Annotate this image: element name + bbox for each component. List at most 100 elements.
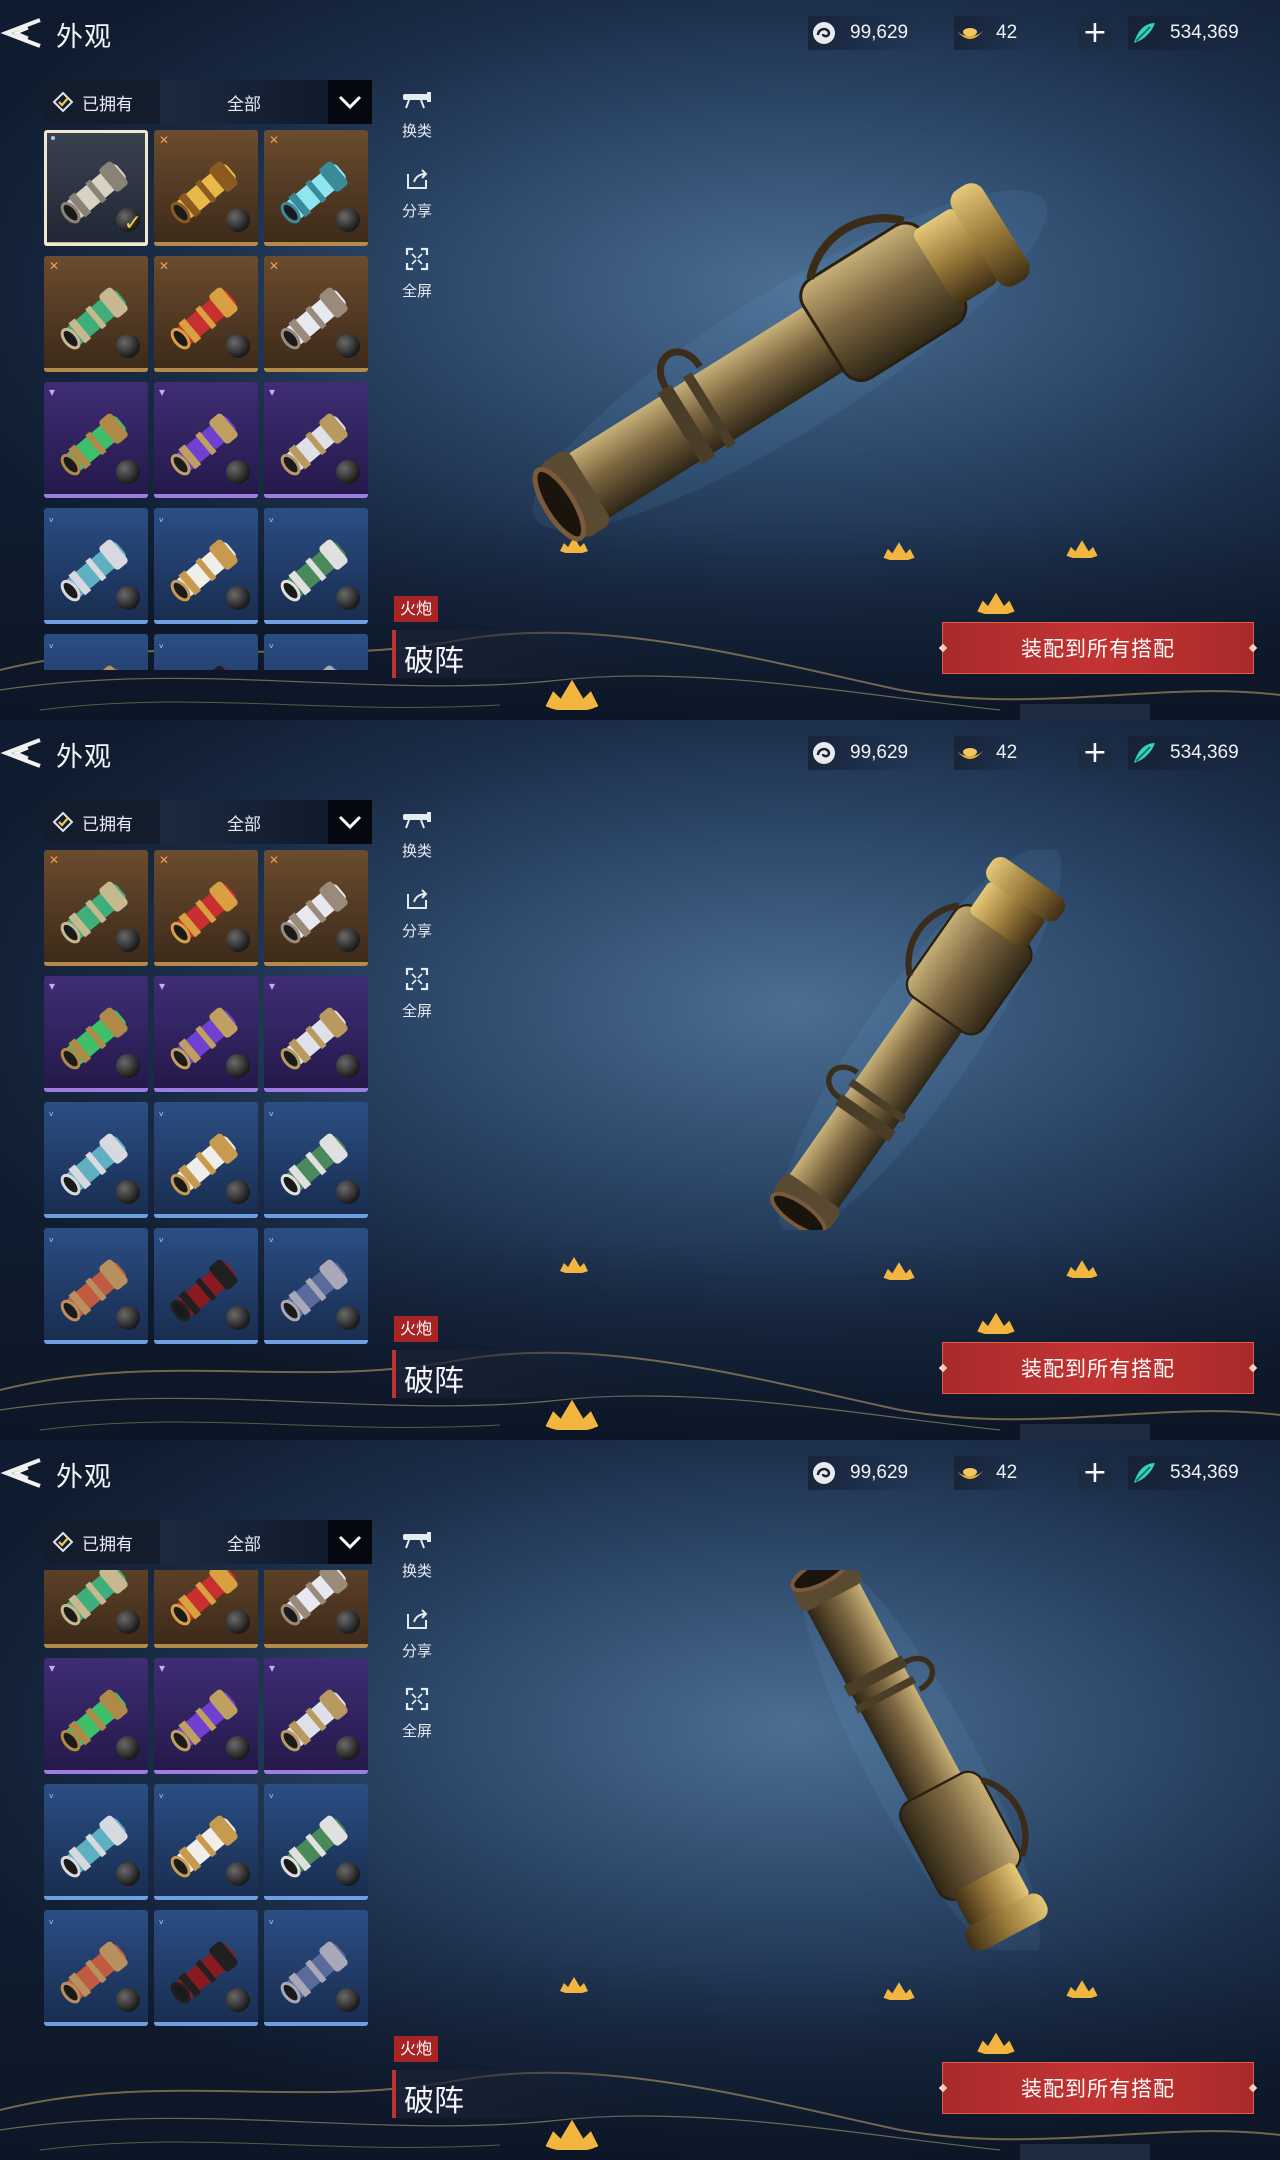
category-dropdown[interactable]: 全部 [160,1520,328,1564]
skin-tile-white-silver[interactable]: ✕ [264,256,368,372]
skin-tile-teal-silver[interactable]: ᵥ [44,1102,148,1218]
skin-tile-silver-white[interactable]: ✓ [44,130,148,246]
item-name: 破阵 [404,1364,464,1399]
cannon-model-icon[interactable] [430,170,1150,550]
share-button[interactable]: 分享 [392,882,442,962]
fullscreen-button[interactable]: 全屏 [392,1682,442,1762]
owned-filter-toggle[interactable]: 已拥有 [44,80,160,124]
skin-tile-red-gold[interactable]: ✕ [154,256,258,372]
skin-tile-slate-blue[interactable]: ᵥ [264,1910,368,2027]
fullscreen-label: 全屏 [401,282,432,300]
skin-tile-cyan-dragon[interactable]: ✕ [264,130,368,246]
back-arrow-icon[interactable] [0,1454,44,1492]
hidden-button-edge [1020,1424,1150,1440]
equip-all-outfits-button[interactable]: 装配到所有搭配 [942,622,1254,674]
skin-tile-rust-bronze[interactable]: ᵥ [44,1910,148,2027]
owned-filter-toggle[interactable]: 已拥有 [44,800,160,844]
skin-tile-white-gold[interactable]: ᵥ [154,1102,258,1218]
skin-tile-crimson-black[interactable]: ᵥ [154,1228,258,1344]
skin-tile-white-bronze[interactable]: ▾ [264,976,368,1092]
skin-tile-white-gold[interactable]: ᵥ [154,508,258,624]
equip-all-outfits-button[interactable]: 装配到所有搭配 [942,2062,1254,2114]
switch-type-button[interactable]: 换类 [392,802,442,882]
skin-tile-rust-bronze[interactable]: ᵥ [44,1228,148,1344]
fullscreen-icon [400,962,434,996]
skin-tile-jade-dragon[interactable]: ✕ [44,1570,148,1649]
skin-tile-white-bronze[interactable]: ▾ [264,382,368,498]
equip-all-outfits-button[interactable]: 装配到所有搭配 [942,1342,1254,1394]
cannon-model-icon[interactable] [560,850,1280,1230]
cannonball-icon [336,1306,360,1330]
page-title: 外观 [56,742,112,773]
back-arrow-icon[interactable] [0,14,44,52]
owned-filter-label: 已拥有 [82,814,133,835]
skin-tile-crimson-black[interactable]: ᵥ [154,634,258,670]
skin-tile-jade-dragon[interactable]: ✕ [44,256,148,372]
category-dropdown[interactable]: 全部 [160,800,328,844]
skin-tile-violet-bronze[interactable]: ▾ [154,1658,258,1775]
feather-currency-value: 534,369 [1170,22,1239,43]
fullscreen-button[interactable]: 全屏 [392,962,442,1042]
back-arrow-icon[interactable] [0,734,44,772]
fullscreen-icon [400,242,434,276]
category-dropdown-toggle[interactable] [328,1520,372,1564]
skin-tile-jade-dragon[interactable]: ✕ [44,850,148,966]
share-label: 分享 [401,1642,432,1660]
currency-ingot: 42 [954,16,1030,50]
ingot-currency-value: 42 [996,1462,1018,1483]
skin-tile-violet-bronze[interactable]: ▾ [154,976,258,1092]
skin-tile-green-silver[interactable]: ᵥ [264,1784,368,1901]
skin-tile-white-gold[interactable]: ᵥ [154,1784,258,1901]
appearance-screen: 外观 99,629 42 + 534,369 [0,720,1280,1440]
skin-grid[interactable]: ✓✕ ✕ ✕ ✕ ✕ [44,850,372,1390]
currency-swirl: 99,629 [808,16,921,50]
cannon-model-icon[interactable] [560,1570,1280,1950]
cannonball-icon [336,1054,360,1078]
category-dropdown[interactable]: 全部 [160,80,328,124]
currency-ingot: 42 [954,1456,1030,1490]
hidden-button-edge [1020,2144,1150,2160]
lotus-lantern-icon [545,1399,599,1430]
skin-tile-green-silver[interactable]: ᵥ [264,508,368,624]
skin-tile-green-silver[interactable]: ᵥ [264,1102,368,1218]
skin-tile-crimson-black[interactable]: ᵥ [154,1910,258,2027]
owned-filter-toggle[interactable]: 已拥有 [44,1520,160,1564]
share-icon [400,162,434,196]
skin-tile-red-gold[interactable]: ✕ [154,850,258,966]
add-currency-button[interactable]: + [1078,17,1112,49]
category-dropdown-toggle[interactable] [328,80,372,124]
skin-tile-green-bronze[interactable]: ▾ [44,976,148,1092]
filter-bar: 已拥有 全部 [44,1520,372,1564]
add-currency-button[interactable]: + [1078,1457,1112,1489]
switch-type-button[interactable]: 换类 [392,1522,442,1602]
share-button[interactable]: 分享 [392,1602,442,1682]
category-dropdown-toggle[interactable] [328,800,372,844]
skin-tile-teal-silver[interactable]: ᵥ [44,1784,148,1901]
add-currency-button[interactable]: + [1078,737,1112,769]
skin-tile-white-silver[interactable]: ✕ [264,1570,368,1649]
skin-tile-green-bronze[interactable]: ▾ [44,1658,148,1775]
skin-tile-rust-bronze[interactable]: ᵥ [44,634,148,670]
diamond-check-icon [52,1531,74,1553]
skin-tile-teal-silver[interactable]: ᵥ [44,508,148,624]
fullscreen-button[interactable]: 全屏 [392,242,442,322]
skin-tile-slate-blue[interactable]: ᵥ [264,634,368,670]
lotus-lantern-icon [560,1257,588,1273]
share-button[interactable]: 分享 [392,162,442,242]
skin-grid[interactable]: ✓✕ ✕ ✕ ✕ ✕ [44,1570,372,2110]
cannon-swap-icon [400,1522,434,1556]
diamond-check-icon [52,91,74,113]
skin-grid[interactable]: ✓✕ ✕ ✕ ✕ ✕ [44,130,372,670]
filter-bar: 已拥有 全部 [44,80,372,124]
skin-tile-green-bronze[interactable]: ▾ [44,382,148,498]
top-bar: 外观 99,629 42 + 534,369 [0,720,1280,786]
skin-tile-slate-blue[interactable]: ᵥ [264,1228,368,1344]
skin-tile-violet-bronze[interactable]: ▾ [154,382,258,498]
skin-tile-white-bronze[interactable]: ▾ [264,1658,368,1775]
skin-tile-white-silver[interactable]: ✕ [264,850,368,966]
switch-type-button[interactable]: 换类 [392,82,442,162]
feather-currency-value: 534,369 [1170,742,1239,763]
skin-tile-red-gold[interactable]: ✕ [154,1570,258,1649]
skin-tile-gold-dragon[interactable]: ✕ [154,130,258,246]
currency-swirl: 99,629 [808,1456,921,1490]
